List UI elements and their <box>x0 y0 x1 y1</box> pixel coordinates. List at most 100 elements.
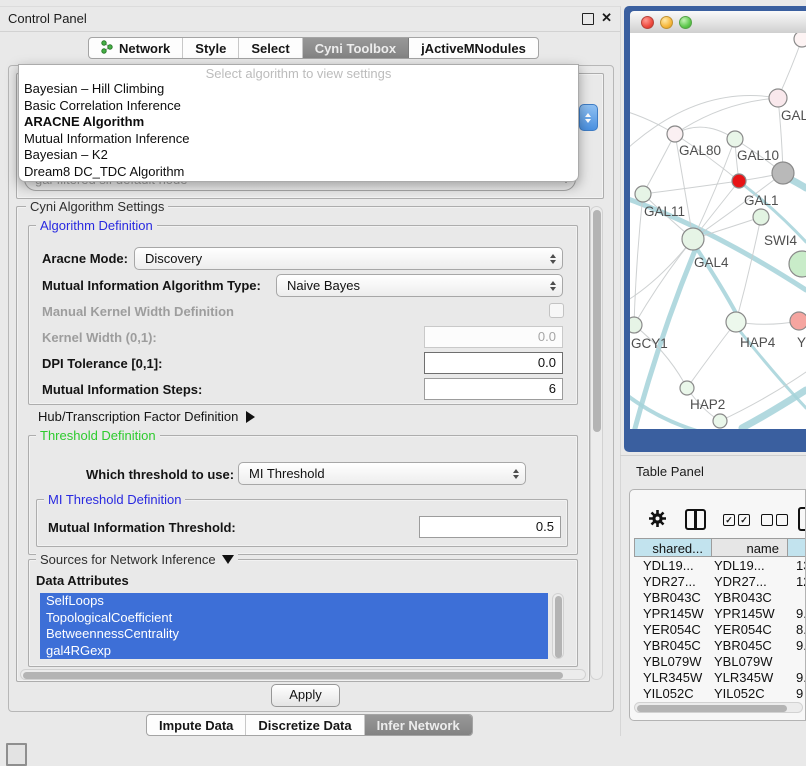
table-column-header[interactable] <box>788 538 806 557</box>
algorithm-menu-item[interactable]: Bayesian – K2 <box>19 147 578 164</box>
tab-style[interactable]: Style <box>183 38 239 58</box>
minimize-traffic-light-icon[interactable] <box>660 16 673 29</box>
network-edge[interactable] <box>634 194 643 325</box>
hub-tf-definition-toggle[interactable]: Hub/Transcription Factor Definition <box>38 409 255 424</box>
attribute-list-item[interactable]: TopologicalCoefficient <box>40 610 548 627</box>
table-panel: ✓ ✓ shared...name YDL19...YDL19...13YDR2… <box>629 489 806 721</box>
network-node-gal4[interactable] <box>682 228 704 250</box>
attribute-list-item[interactable]: BetweennessCentrality <box>40 626 548 643</box>
attribute-list-item[interactable]: gal4RGexp <box>40 643 548 660</box>
network-node-gcy1[interactable] <box>630 317 642 333</box>
node-label: GAL80 <box>679 143 721 158</box>
table-row[interactable]: YPR145WYPR145W9. <box>634 606 806 622</box>
network-node-gal10[interactable] <box>727 131 743 147</box>
table-cell: YDL19... <box>643 558 712 574</box>
aracne-mode-value: Discovery <box>145 251 202 266</box>
network-edge[interactable] <box>736 217 761 322</box>
settings-horizontal-scrollbar[interactable] <box>20 669 586 680</box>
mi-threshold-label: Mutual Information Threshold: <box>48 520 236 535</box>
tab-select[interactable]: Select <box>239 38 302 58</box>
table-row[interactable]: YDR27...YDR27...12 <box>634 574 806 590</box>
table-row[interactable]: YBL079WYBL079W <box>634 654 806 670</box>
network-edge[interactable] <box>675 98 778 134</box>
tab-discretize-data[interactable]: Discretize Data <box>246 715 364 735</box>
minimized-panel-icon[interactable] <box>6 743 27 766</box>
sources-group-title[interactable]: Sources for Network Inference <box>36 552 238 567</box>
aracne-mode-combo[interactable]: Discovery <box>134 247 563 270</box>
dpi-tolerance-field[interactable]: 0.0 <box>424 352 563 374</box>
bottom-tab-bar: Impute Data Discretize Data Infer Networ… <box>146 714 473 736</box>
network-node-hap4[interactable] <box>726 312 746 332</box>
tab-cyni-toolbox[interactable]: Cyni Toolbox <box>303 38 409 58</box>
network-edge[interactable] <box>643 181 739 194</box>
table-row[interactable]: YER054CYER054C8. <box>634 622 806 638</box>
which-threshold-combo[interactable]: MI Threshold <box>238 462 526 485</box>
zoom-traffic-light-icon[interactable] <box>679 16 692 29</box>
close-traffic-light-icon[interactable] <box>641 16 654 29</box>
network-node[interactable] <box>713 414 727 428</box>
control-panel-dock: Control Panel ✕ Network Style Select Cyn… <box>0 6 621 736</box>
algorithm-menu-item[interactable]: ARACNE Algorithm <box>19 114 578 131</box>
tab-network[interactable]: Network <box>89 38 183 58</box>
unchecked-checkbox-icon[interactable] <box>761 514 773 526</box>
network-node[interactable] <box>794 33 806 47</box>
network-edge[interactable] <box>687 322 736 388</box>
table-column-header[interactable]: shared... <box>634 538 712 557</box>
gear-icon[interactable] <box>648 509 667 533</box>
network-canvas[interactable]: GALGAL80GAL10GAL1GAL11SWI4GAL4GCY1HAP4YH… <box>630 33 806 429</box>
columns-icon[interactable] <box>685 509 706 530</box>
table-row[interactable]: YBR043CYBR043C <box>634 590 806 606</box>
mi-threshold-field[interactable]: 0.5 <box>419 516 561 538</box>
settings-vertical-scrollbar[interactable] <box>590 206 603 680</box>
network-node-gal80[interactable] <box>667 126 683 142</box>
float-window-icon[interactable] <box>582 13 594 25</box>
mi-steps-field[interactable]: 6 <box>424 378 563 400</box>
network-window-titlebar[interactable] <box>630 11 806 34</box>
network-node[interactable] <box>772 162 794 184</box>
apply-button[interactable]: Apply <box>271 684 340 707</box>
network-node-gal1[interactable] <box>732 174 746 188</box>
algorithm-menu-item[interactable]: Bayesian – Hill Climbing <box>19 81 578 98</box>
tab-infer-network[interactable]: Infer Network <box>365 715 472 735</box>
table-row[interactable]: YIL052CYIL052C9 <box>634 686 806 700</box>
network-node[interactable] <box>789 251 806 277</box>
algorithm-menu-item[interactable]: Dream8 DC_TDC Algorithm <box>19 164 578 181</box>
node-attribute-table[interactable]: shared...name YDL19...YDL19...13YDR27...… <box>634 538 806 700</box>
document-icon[interactable] <box>798 507 806 531</box>
table-column-header[interactable]: name <box>712 538 788 557</box>
mi-type-combo[interactable]: Naive Bayes <box>276 274 563 297</box>
tab-jactivemnodules[interactable]: jActiveMNodules <box>409 38 538 58</box>
network-edge[interactable] <box>630 239 693 300</box>
algorithm-combo-spinner[interactable] <box>579 104 598 131</box>
table-row[interactable]: YLR345WYLR345W9. <box>634 670 806 686</box>
table-horizontal-scrollbar[interactable] <box>634 702 803 713</box>
data-attributes-list[interactable]: SelfLoopsTopologicalCoefficientBetweenne… <box>40 593 548 659</box>
attribute-list-item[interactable]: SelfLoops <box>40 593 548 610</box>
close-icon[interactable]: ✕ <box>601 10 612 26</box>
table-row[interactable]: YBR045CYBR045C9. <box>634 638 806 654</box>
algorithm-menu-item[interactable]: Mutual Information Inference <box>19 131 578 148</box>
table-cell: YER054C <box>714 622 788 638</box>
algorithm-menu-item[interactable]: Basic Correlation Inference <box>19 98 578 115</box>
network-edge[interactable] <box>675 127 735 139</box>
tab-impute-data[interactable]: Impute Data <box>147 715 246 735</box>
network-edge[interactable] <box>643 134 675 194</box>
checked-checkbox-icon[interactable]: ✓ <box>738 514 750 526</box>
unchecked-checkbox-icon[interactable] <box>776 514 788 526</box>
table-row[interactable]: YDL19...YDL19...13 <box>634 558 806 574</box>
network-edge[interactable] <box>742 390 806 428</box>
network-node-hap2[interactable] <box>680 381 694 395</box>
table-cell: YIL052C <box>714 686 788 700</box>
tab-label: jActiveMNodules <box>421 41 526 56</box>
kernel-width-field[interactable]: 0.0 <box>424 326 563 348</box>
network-node-swi4[interactable] <box>753 209 769 225</box>
attributes-list-scrollbar[interactable] <box>552 593 564 659</box>
checked-checkbox-icon[interactable]: ✓ <box>723 514 735 526</box>
table-cell: 9. <box>796 638 806 654</box>
which-threshold-value: MI Threshold <box>249 466 325 481</box>
manual-kernel-checkbox[interactable] <box>549 303 564 318</box>
network-node-gal11[interactable] <box>635 186 651 202</box>
network-node-gal[interactable] <box>769 89 787 107</box>
network-node-y[interactable] <box>790 312 806 330</box>
network-edge[interactable] <box>634 325 687 388</box>
